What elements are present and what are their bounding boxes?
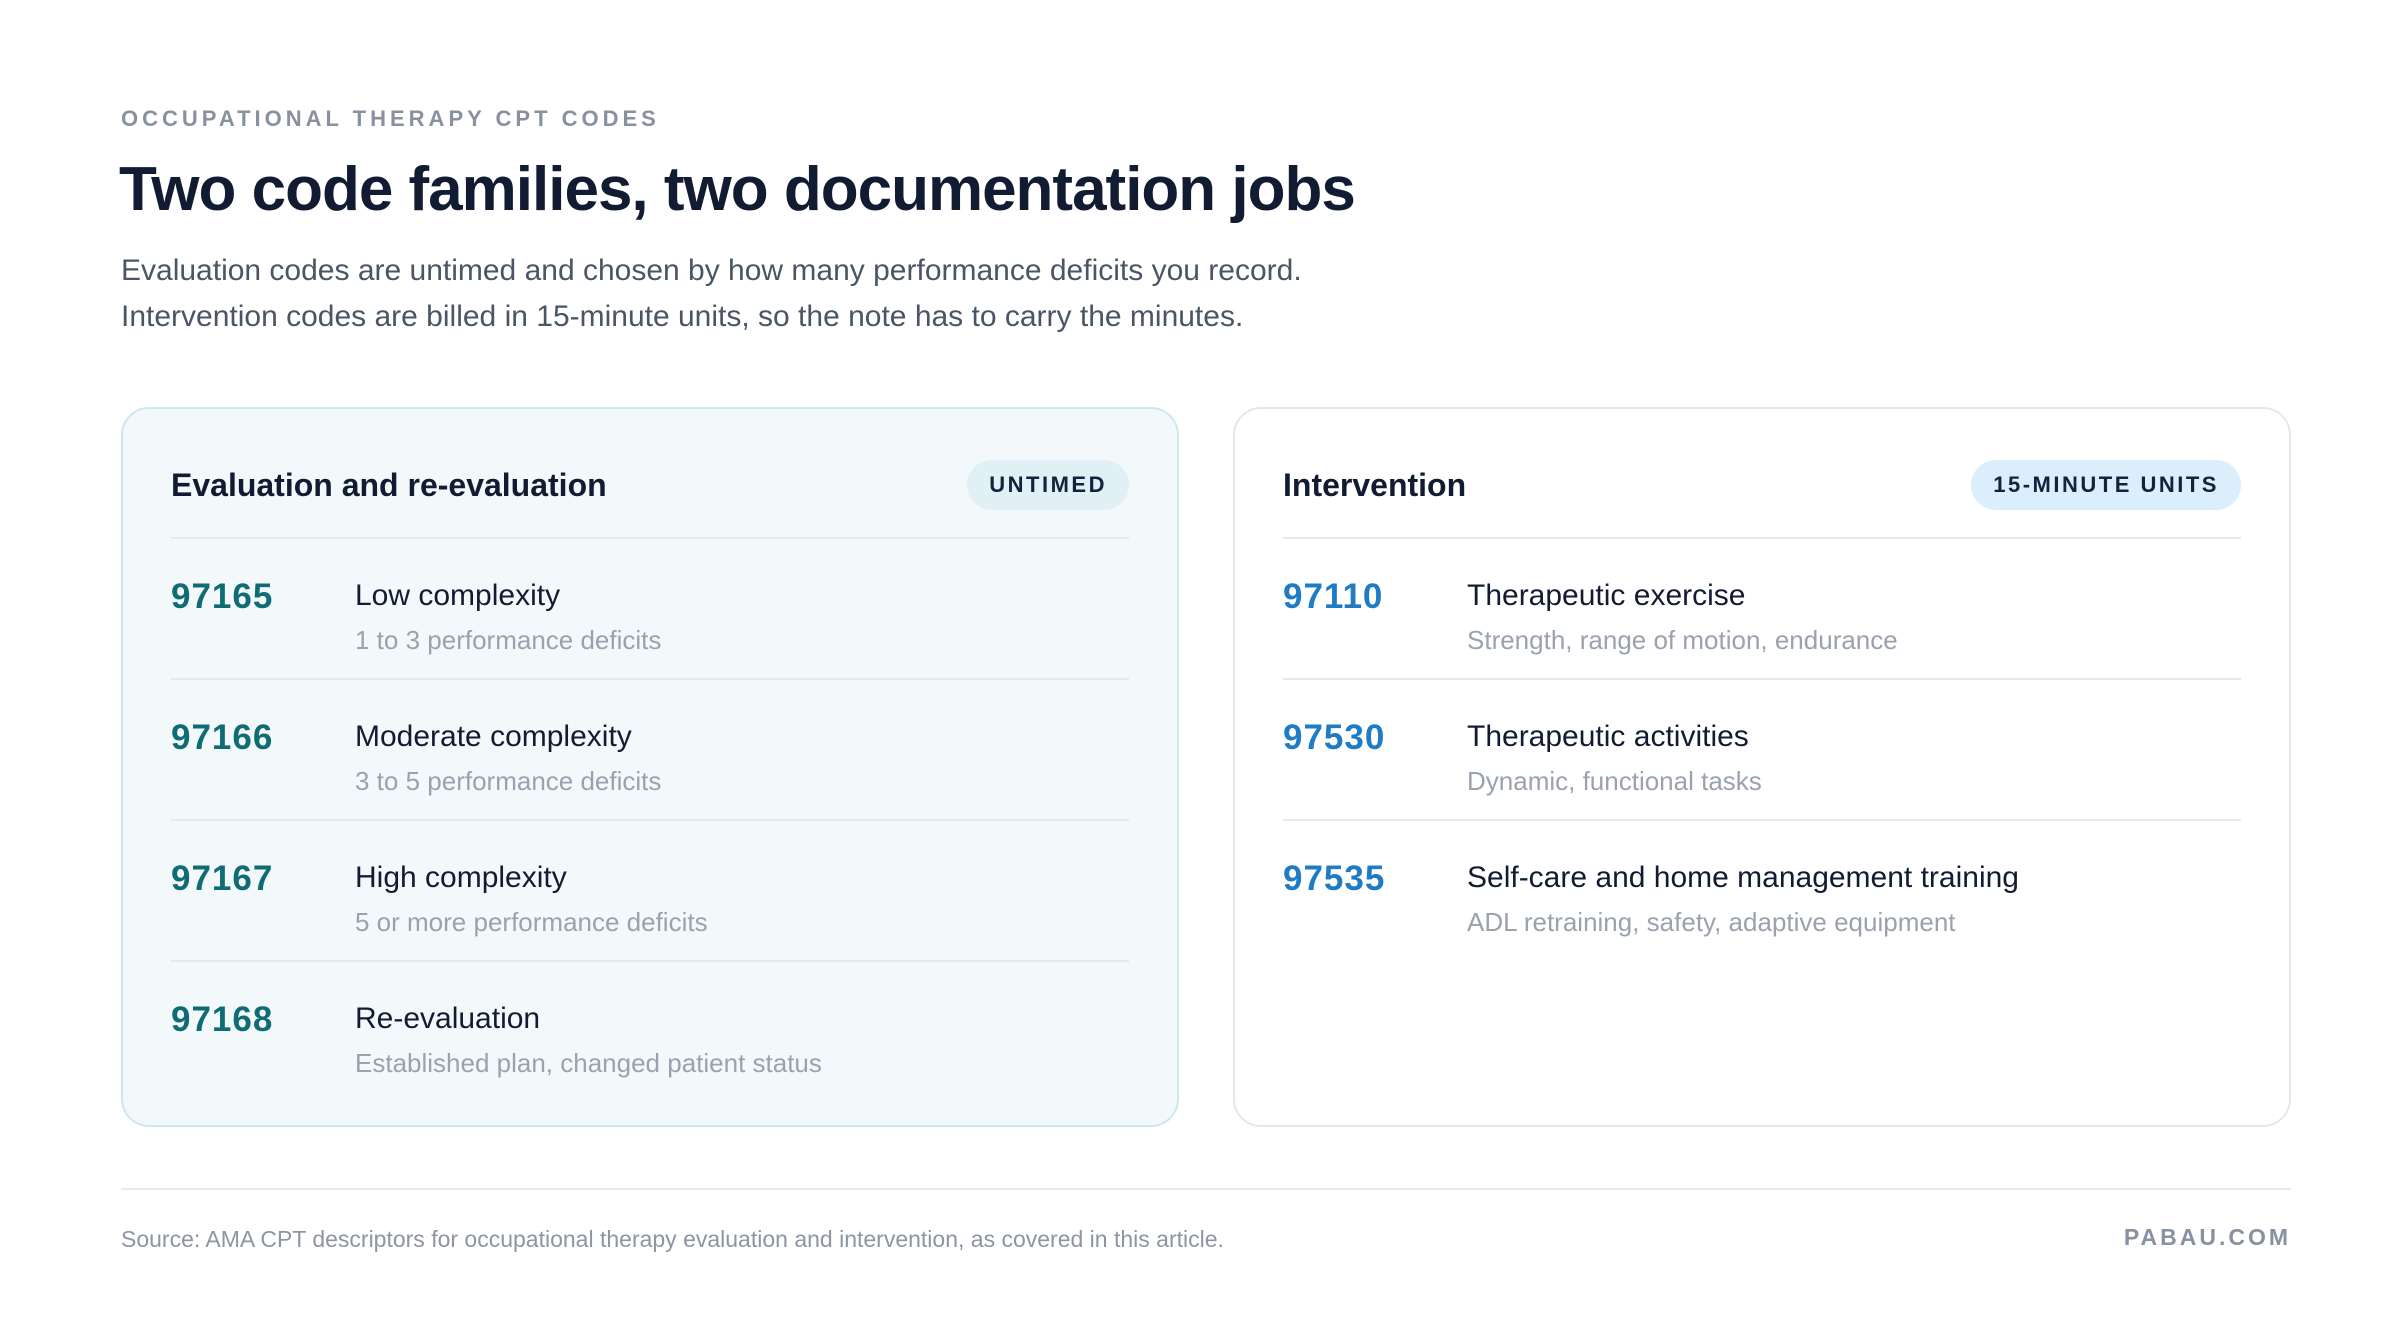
- brand-link[interactable]: PABAU.COM: [2124, 1224, 2291, 1251]
- code-name: High complexity: [355, 861, 567, 894]
- code-number: 97535: [1283, 859, 1386, 898]
- code-description: 1 to 3 performance deficits: [355, 625, 662, 655]
- code-row-97168: 97168 Re-evaluation Established plan, ch…: [171, 960, 1129, 1101]
- code-description: 5 or more performance deficits: [355, 907, 708, 937]
- intervention-code-list: 97110 Therapeutic exercise Strength, ran…: [1283, 537, 2241, 960]
- evaluation-card-title: Evaluation and re-evaluation: [171, 466, 607, 503]
- code-row-97110: 97110 Therapeutic exercise Strength, ran…: [1283, 537, 2241, 678]
- code-number: 97168: [171, 1000, 274, 1039]
- page-subtitle: Evaluation codes are untimed and chosen …: [121, 248, 1521, 340]
- code-name: Self-care and home management training: [1467, 861, 2019, 894]
- code-number: 97167: [171, 859, 274, 898]
- code-name: Re-evaluation: [355, 1002, 541, 1035]
- code-description: Strength, range of motion, endurance: [1467, 625, 1898, 655]
- code-row-97167: 97167 High complexity 5 or more performa…: [171, 819, 1129, 960]
- code-row-97165: 97165 Low complexity 1 to 3 performance …: [171, 537, 1129, 678]
- units-badge: 15-MINUTE UNITS: [1971, 460, 2241, 510]
- evaluation-code-list: 97165 Low complexity 1 to 3 performance …: [171, 537, 1129, 1101]
- code-name: Therapeutic exercise: [1467, 579, 1746, 612]
- untimed-badge: UNTIMED: [967, 460, 1129, 510]
- footer-divider: [121, 1188, 2291, 1190]
- code-description: ADL retraining, safety, adaptive equipme…: [1467, 907, 1956, 937]
- code-row-97530: 97530 Therapeutic activities Dynamic, fu…: [1283, 678, 2241, 819]
- code-description: Established plan, changed patient status: [355, 1048, 822, 1078]
- code-name: Moderate complexity: [355, 720, 632, 753]
- code-number: 97165: [171, 577, 274, 616]
- code-name: Therapeutic activities: [1467, 720, 1749, 753]
- page-title: Two code families, two documentation job…: [119, 155, 1356, 224]
- code-number: 97166: [171, 718, 274, 757]
- code-number: 97530: [1283, 718, 1386, 757]
- subtitle-line-2: Intervention codes are billed in 15-minu…: [121, 300, 1244, 333]
- evaluation-card: Evaluation and re-evaluation UNTIMED 971…: [121, 407, 1179, 1127]
- code-number: 97110: [1283, 577, 1384, 616]
- eyebrow-label: OCCUPATIONAL THERAPY CPT CODES: [121, 106, 660, 131]
- code-description: Dynamic, functional tasks: [1467, 766, 1762, 796]
- code-row-97166: 97166 Moderate complexity 3 to 5 perform…: [171, 678, 1129, 819]
- intervention-card-header: Intervention 15-MINUTE UNITS: [1283, 457, 2241, 513]
- code-row-97535: 97535 Self-care and home management trai…: [1283, 819, 2241, 960]
- intervention-card: Intervention 15-MINUTE UNITS 97110 Thera…: [1233, 407, 2291, 1127]
- code-name: Low complexity: [355, 579, 561, 612]
- code-description: 3 to 5 performance deficits: [355, 766, 662, 796]
- intervention-card-title: Intervention: [1283, 466, 1467, 503]
- subtitle-line-1: Evaluation codes are untimed and chosen …: [121, 254, 1302, 287]
- source-note: Source: AMA CPT descriptors for occupati…: [121, 1226, 1224, 1252]
- evaluation-card-header: Evaluation and re-evaluation UNTIMED: [171, 457, 1129, 513]
